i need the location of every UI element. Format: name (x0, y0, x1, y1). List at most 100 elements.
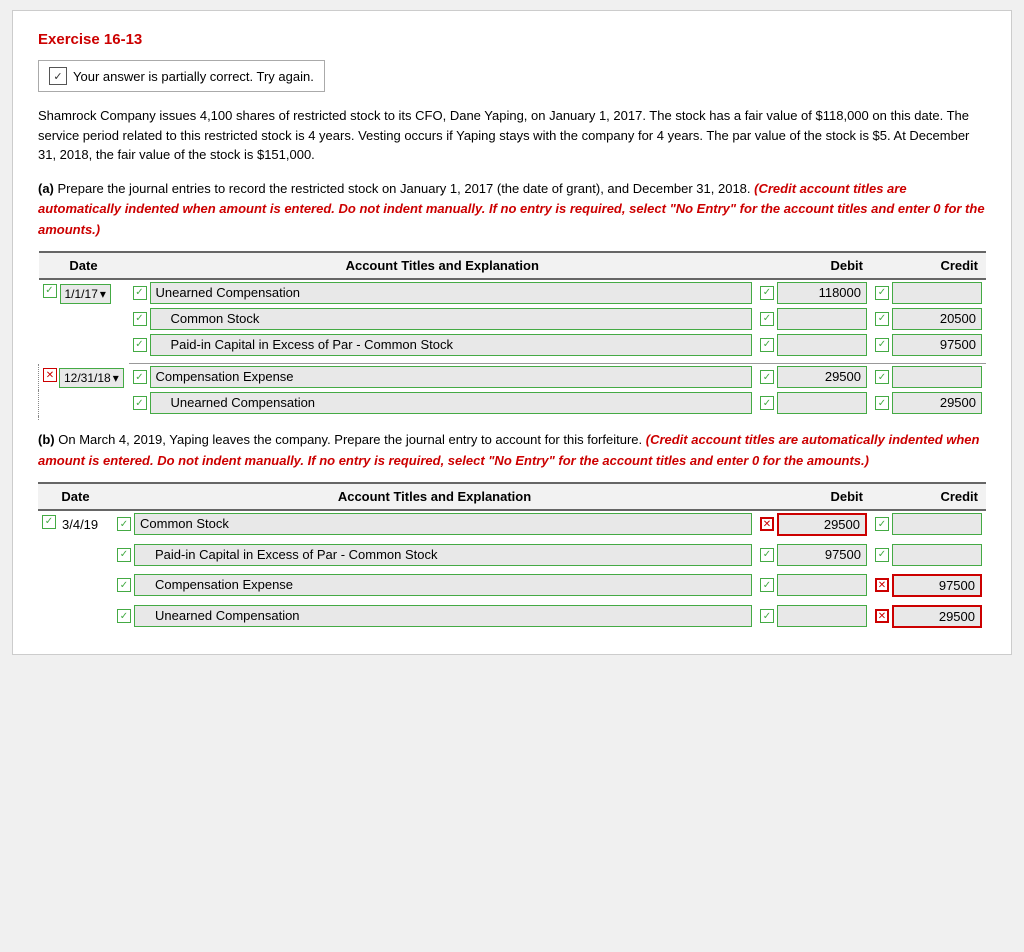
credit-input-2b[interactable]: 29500 (892, 392, 982, 414)
cb-debit-b1[interactable]: ✕ (760, 517, 774, 531)
debit-input-b4[interactable] (777, 605, 867, 627)
credit-cell-1a: ✓ (871, 279, 986, 306)
checkbox-date1[interactable]: ✓ (43, 284, 57, 298)
col-acct-a: Account Titles and Explanation (129, 252, 757, 279)
debit-input-b3[interactable] (777, 574, 867, 596)
credit-input-b4[interactable]: 29500 (892, 605, 982, 628)
cb-credit-1b[interactable]: ✓ (875, 312, 889, 326)
table-row: ✓ Paid-in Capital in Excess of Par - Com… (39, 332, 987, 358)
part-b-header: (b) On March 4, 2019, Yaping leaves the … (38, 430, 986, 472)
date-select-2[interactable]: 12/31/18 ▾ (59, 368, 124, 388)
credit-input-b3[interactable]: 97500 (892, 574, 982, 597)
cb-credit-b4[interactable]: ✕ (875, 609, 889, 623)
cb-debit-1b[interactable]: ✓ (760, 312, 774, 326)
page-container: Exercise 16-13 ✓ Your answer is partiall… (12, 10, 1012, 655)
debit-input-1c[interactable] (777, 334, 867, 356)
cb-b3[interactable]: ✓ (117, 578, 131, 592)
table-row: ✕ 12/31/18 ▾ ✓ Compensation Expense (39, 364, 987, 390)
debit-input-1a[interactable]: 118000 (777, 282, 867, 304)
acct-input-2a[interactable]: Compensation Expense (150, 366, 753, 388)
date-select-1[interactable]: 1/1/17 ▾ (60, 284, 111, 304)
debit-input-b2[interactable]: 97500 (777, 544, 867, 566)
partial-check-icon: ✓ (49, 67, 67, 85)
col-acct-b: Account Titles and Explanation (113, 483, 756, 510)
cb-b4[interactable]: ✓ (117, 609, 131, 623)
col-debit-a: Debit (756, 252, 871, 279)
col-debit-b: Debit (756, 483, 871, 510)
part-a-text: Prepare the journal entries to record th… (58, 181, 755, 196)
debit-cell-1a: ✓ 118000 (756, 279, 871, 306)
debit-input-1b[interactable] (777, 308, 867, 330)
date-value-b: 3/4/19 (59, 515, 101, 534)
credit-input-1c[interactable]: 97500 (892, 334, 982, 356)
spacer-b4 (38, 630, 986, 634)
part-a-label: (a) (38, 181, 54, 196)
cb-2a[interactable]: ✓ (133, 370, 147, 384)
col-date-b: Date (38, 483, 113, 510)
col-credit-a: Credit (871, 252, 986, 279)
spacer-row-2 (39, 416, 987, 420)
debit-input-2b[interactable] (777, 392, 867, 414)
cb-credit-2a[interactable]: ✓ (875, 370, 889, 384)
cb-b2[interactable]: ✓ (117, 548, 131, 562)
cb-debit-1c[interactable]: ✓ (760, 338, 774, 352)
acct-input-b4[interactable]: Unearned Compensation (134, 605, 752, 627)
credit-input-b1[interactable] (892, 513, 982, 535)
cb-1b[interactable]: ✓ (133, 312, 147, 326)
credit-cell-b2: ✓ (871, 542, 986, 568)
acct-input-1a[interactable]: Unearned Compensation (150, 282, 753, 304)
credit-input-2a[interactable] (892, 366, 982, 388)
problem-description: Shamrock Company issues 4,100 shares of … (38, 106, 986, 165)
cb-debit-2a[interactable]: ✓ (760, 370, 774, 384)
cb-credit-b2[interactable]: ✓ (875, 548, 889, 562)
cb-date-b[interactable]: ✓ (42, 515, 56, 529)
acct-input-b3[interactable]: Compensation Expense (134, 574, 752, 596)
cb-debit-b2[interactable]: ✓ (760, 548, 774, 562)
table-row: ✓ Paid-in Capital in Excess of Par - Com… (38, 542, 986, 568)
acct-cell-1c: ✓ Paid-in Capital in Excess of Par - Com… (129, 332, 757, 358)
acct-cell-b1: ✓ Common Stock (113, 510, 756, 538)
debit-cell-b2: ✓ 97500 (756, 542, 871, 568)
part-a-table: Date Account Titles and Explanation Debi… (38, 251, 986, 421)
cb-1a[interactable]: ✓ (133, 286, 147, 300)
cb-2b[interactable]: ✓ (133, 396, 147, 410)
cb-credit-1c[interactable]: ✓ (875, 338, 889, 352)
col-date-a: Date (39, 252, 129, 279)
debit-input-b1[interactable]: 29500 (777, 513, 867, 536)
date-value-2: 12/31/18 (64, 371, 111, 385)
cb-debit-1a[interactable]: ✓ (760, 286, 774, 300)
dropdown-arrow-1: ▾ (100, 287, 106, 301)
table-row: ✓ Common Stock ✓ ✓ 20500 (39, 306, 987, 332)
date-cell-1: ✓ 1/1/17 ▾ (39, 279, 129, 365)
cb-credit-1a[interactable]: ✓ (875, 286, 889, 300)
cb-1c[interactable]: ✓ (133, 338, 147, 352)
credit-input-1a[interactable] (892, 282, 982, 304)
x-marker: ✕ (43, 368, 57, 382)
credit-cell-b3: ✕ 97500 (871, 572, 986, 599)
cb-credit-2b[interactable]: ✓ (875, 396, 889, 410)
acct-input-b2[interactable]: Paid-in Capital in Excess of Par - Commo… (134, 544, 752, 566)
cb-debit-b3[interactable]: ✓ (760, 578, 774, 592)
debit-cell-1b: ✓ (756, 306, 871, 332)
acct-input-b1[interactable]: Common Stock (134, 513, 752, 535)
col-credit-b: Credit (871, 483, 986, 510)
acct-cell-b2: ✓ Paid-in Capital in Excess of Par - Com… (113, 542, 756, 568)
credit-cell-1b: ✓ 20500 (871, 306, 986, 332)
cb-debit-2b[interactable]: ✓ (760, 396, 774, 410)
credit-cell-2b: ✓ 29500 (871, 390, 986, 416)
credit-cell-b1: ✓ (871, 510, 986, 538)
date-cell-2: ✕ 12/31/18 ▾ (39, 364, 129, 420)
credit-input-1b[interactable]: 20500 (892, 308, 982, 330)
credit-input-b2[interactable] (892, 544, 982, 566)
acct-input-1b[interactable]: Common Stock (150, 308, 753, 330)
acct-cell-2a: ✓ Compensation Expense (129, 364, 757, 390)
cb-b1[interactable]: ✓ (117, 517, 131, 531)
acct-input-2b[interactable]: Unearned Compensation (150, 392, 753, 414)
table-row: ✓ Unearned Compensation ✓ ✕ 29500 (38, 603, 986, 630)
acct-input-1c[interactable]: Paid-in Capital in Excess of Par - Commo… (150, 334, 753, 356)
cb-credit-b1[interactable]: ✓ (875, 517, 889, 531)
cb-debit-b4[interactable]: ✓ (760, 609, 774, 623)
cb-credit-b3[interactable]: ✕ (875, 578, 889, 592)
partial-correct-text: Your answer is partially correct. Try ag… (73, 69, 314, 84)
debit-input-2a[interactable]: 29500 (777, 366, 867, 388)
